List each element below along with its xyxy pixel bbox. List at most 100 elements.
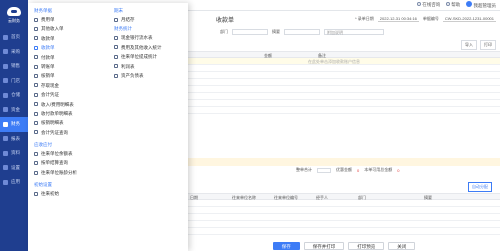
print-button[interactable]: 打印 [480,40,496,50]
table-row[interactable] [188,100,500,107]
menu-item-payment[interactable]: 付款单 [34,53,106,62]
headset-icon [417,2,422,6]
table-row[interactable] [188,207,500,214]
menu-item-writeoff-detail[interactable]: 核销明细表 [34,118,106,127]
cloud-logo-icon [7,6,21,16]
menu-item-label: 会计凭证查询 [41,129,68,135]
warehouse-icon [3,92,8,98]
menu-section-title: 初始设置 [34,182,52,188]
menu-item-cash-flow[interactable]: 现金银行流水表 [114,33,186,42]
form-header-meta: * 录单日期 2022-12-31 00:34:16 单据编号 CW-SKD-2… [355,16,496,22]
sidebar-item-data[interactable]: 资料 [0,146,28,161]
sidebar-item-store[interactable]: 门店 [0,74,28,89]
menu-item-label: 收付款单明细表 [41,110,73,116]
help-link[interactable]: 帮助 [446,2,460,8]
sidebar-item-apps[interactable]: 应用 [0,175,28,190]
menu-item-label: 核销单 [41,73,55,79]
menu-item-partner-init[interactable]: 往来初始 [34,189,106,198]
document-icon [34,64,38,69]
menu-item-label: 往来初始 [41,191,59,197]
form-footer: 保存 保存并打印 打印预览 关闭 [188,242,500,251]
table-row[interactable] [188,221,500,228]
finance-icon [3,121,8,127]
sidebar-item-settings[interactable]: 设置 [0,161,28,176]
settlement-grid[interactable] [188,200,500,238]
account-grid-header: 金额 备注 [188,51,500,58]
menu-item-receipt-payment-detail[interactable]: 收付款单明细表 [34,109,106,118]
remark-field[interactable]: 附加说明 [324,29,384,35]
table-row[interactable]: 在此处单击添加收款账户信息 [188,58,500,65]
menu-item-receipt-highlighted[interactable]: 收款单 [34,43,106,52]
menu-item-writeoff[interactable]: 核销单 [34,71,106,80]
menu-item-label: 往来单位余额表 [41,151,73,157]
table-row[interactable] [188,79,500,86]
online-service-link[interactable]: 在线咨询 [417,2,440,8]
menu-item-transfer[interactable]: 转账单 [34,62,106,71]
menu-item-income-expense-detail[interactable]: 收入/费用明细表 [34,100,106,109]
table-row[interactable] [188,228,500,235]
sidebar-item-warehouse[interactable]: 仓储 [0,88,28,103]
table-row[interactable] [188,93,500,100]
sidebar-item-label: 设置 [11,164,20,170]
document-icon [34,55,38,60]
sidebar-item-fund[interactable]: 资金 [0,103,28,118]
document-icon [34,36,38,41]
sidebar-item-sales[interactable]: 销售 [0,59,28,74]
avatar [466,1,473,7]
menu-item-cash[interactable]: 存取现金 [34,81,106,90]
menu-item-commission-stats[interactable]: 往来单位提成统计 [114,52,186,61]
table-row[interactable] [188,200,500,207]
table-row[interactable] [188,72,500,79]
sidebar-item-finance[interactable]: 财务 [0,117,28,132]
document-icon [34,27,38,32]
close-button[interactable]: 关闭 [388,242,416,250]
menu-item-other-income[interactable]: 其他收入单 [34,24,106,33]
menu-item-label: 往来单位账龄分析 [41,169,77,175]
menu-item-receipt[interactable]: 收款单 [34,34,106,43]
save-button[interactable]: 保存 [272,242,300,250]
import-button[interactable]: 导入 [461,40,477,50]
menu-item-expense-stats[interactable]: 费用及其他收入统计 [114,43,186,52]
document-icon [34,191,38,196]
document-icon [34,130,38,135]
page-title: 收款单 [216,18,235,24]
total-field[interactable] [317,167,331,173]
amount-summary: 整单合计 优惠金额 0 本单可用总金额 0 [296,167,399,173]
document-icon [34,17,38,22]
sidebar-item-home[interactable]: 首页 [0,30,28,45]
menu-item-aging-analysis[interactable]: 往来单位账龄分析 [34,168,106,177]
menu-section-title: 期末 [114,8,123,13]
user-name: 我超管理员 [473,3,497,8]
table-row[interactable] [188,86,500,93]
doc-no-field[interactable]: CW-SKD-2022-1231-00001 [442,16,496,22]
sidebar-item-label: 报表 [11,135,20,141]
menu-item-expense[interactable]: 费用单 [34,15,106,24]
menu-item-voucher[interactable]: 会计凭证 [34,90,106,99]
menu-item-balance-sheet[interactable]: 资产负债表 [114,71,186,80]
table-row[interactable] [188,65,500,72]
table-row[interactable] [188,107,500,114]
date-field[interactable]: 2022-12-31 00:34:16 [377,16,419,22]
sidebar-item-report[interactable]: 报表 [0,132,28,147]
menu-item-profit[interactable]: 利润表 [114,62,186,71]
dept-field[interactable] [232,29,268,35]
user-menu[interactable]: 我超管理员 [466,1,496,9]
menu-item-partner-balance[interactable]: 往来单位余额表 [34,149,106,158]
auto-allocate-button[interactable]: 自动分配 [468,182,492,192]
summary-field[interactable] [284,29,320,35]
print-preview-button[interactable]: 打印预览 [348,242,385,250]
account-grid[interactable]: 在此处单击添加收款账户信息 [188,58,500,158]
menu-item-month-end[interactable]: 月结存 [114,15,186,24]
table-row[interactable] [188,214,500,221]
app-logo[interactable]: 云财务 [0,0,28,30]
available-value: 0 [397,167,400,173]
menu-item-voucher-query[interactable]: 会计凭证查询 [34,128,106,137]
menu-item-label: 利润表 [121,63,135,69]
date-label: * 录单日期 [355,16,374,21]
report-icon [3,136,8,142]
menu-item-settlement-query[interactable]: 按单结算查询 [34,158,106,167]
sidebar-item-purchase[interactable]: 采购 [0,45,28,60]
document-icon [114,73,118,78]
save-and-print-button[interactable]: 保存并打印 [303,242,345,250]
help-label: 帮助 [451,2,461,7]
